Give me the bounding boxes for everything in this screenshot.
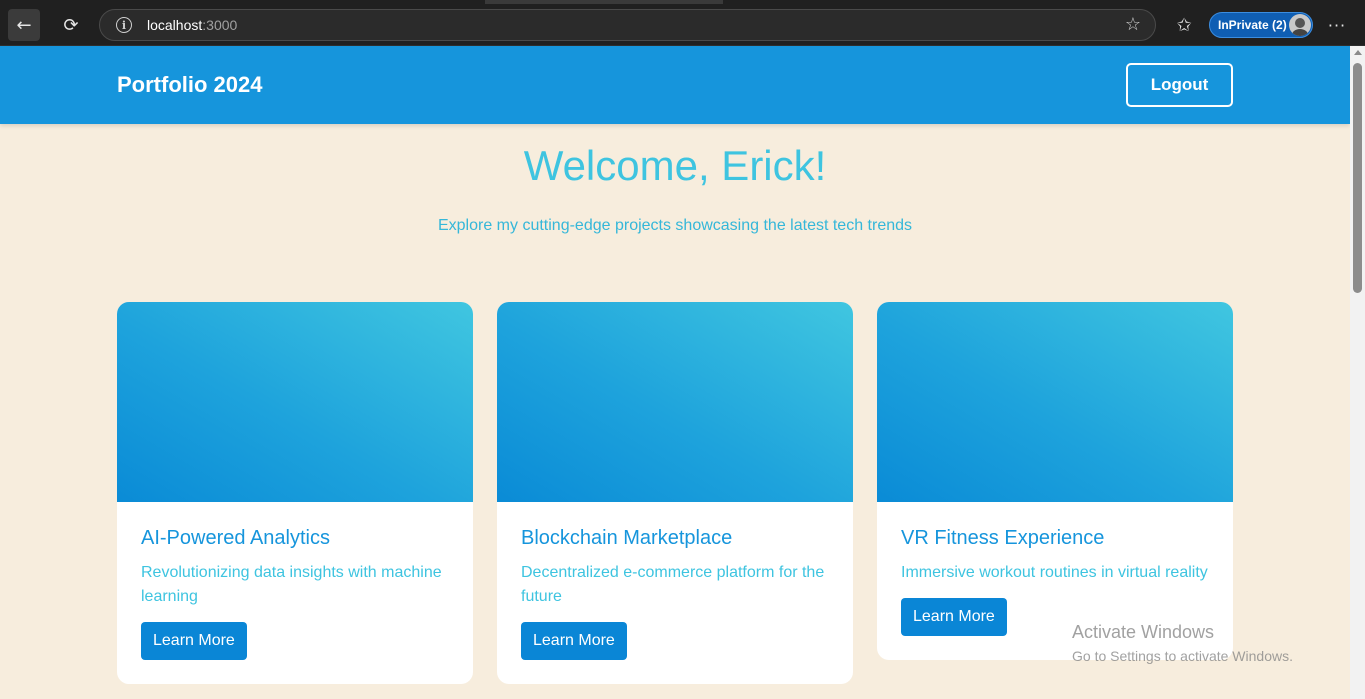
project-image <box>877 302 1233 502</box>
url-text[interactable]: localhost:3000 <box>147 17 237 33</box>
learn-more-button[interactable]: Learn More <box>521 622 627 660</box>
project-description: Revolutionizing data insights with machi… <box>141 564 442 605</box>
project-card-body: VR Fitness Experience Immersive workout … <box>877 502 1233 660</box>
project-image <box>497 302 853 502</box>
navbar: Portfolio 2024 Logout <box>0 46 1350 124</box>
inprivate-profile-button[interactable]: InPrivate (2) <box>1209 12 1313 38</box>
favorites-icon: ✩ <box>1176 14 1192 36</box>
learn-more-button[interactable]: Learn More <box>141 622 247 660</box>
url-host: localhost <box>147 17 203 33</box>
welcome-heading: Welcome, Erick! <box>523 142 827 189</box>
address-bar[interactable]: i localhost:3000 ☆ <box>99 9 1156 41</box>
more-icon: ··· <box>1327 15 1347 35</box>
project-card-blockchain: Blockchain Marketplace Decentralized e-c… <box>497 302 853 684</box>
project-description: Immersive workout routines in virtual re… <box>901 564 1208 581</box>
vertical-scrollbar[interactable] <box>1350 46 1365 699</box>
info-icon[interactable]: i <box>116 17 132 33</box>
project-title: Blockchain Marketplace <box>521 527 733 549</box>
page-viewport: Portfolio 2024 Logout Welcome, Erick! Ex… <box>0 46 1350 699</box>
project-card-body: AI-Powered Analytics Revolutionizing dat… <box>117 502 473 684</box>
url-port: :3000 <box>202 17 238 33</box>
browser-toolbar: ← ⟳ i localhost:3000 ☆ ✩ InPrivate (2) ·… <box>0 0 1365 46</box>
active-tab-indicator <box>485 0 723 4</box>
hero-subtitle: Explore my cutting-edge projects showcas… <box>437 217 913 234</box>
inprivate-label: InPrivate (2) <box>1218 18 1287 32</box>
scroll-up-icon[interactable] <box>1354 50 1362 55</box>
project-card-ai-analytics: AI-Powered Analytics Revolutionizing dat… <box>117 302 473 684</box>
logout-button[interactable]: Logout <box>1126 63 1233 107</box>
project-title: VR Fitness Experience <box>901 527 1105 549</box>
project-image <box>117 302 473 502</box>
project-description: Decentralized e-commerce platform for th… <box>521 564 825 605</box>
brand-title[interactable]: Portfolio 2024 <box>117 72 262 98</box>
learn-more-button[interactable]: Learn More <box>901 598 1007 636</box>
reload-icon: ⟳ <box>63 14 79 36</box>
arrow-left-icon: ← <box>16 14 32 36</box>
more-button[interactable]: ··· <box>1321 9 1353 41</box>
reload-button[interactable]: ⟳ <box>55 9 87 41</box>
star-icon[interactable]: ☆ <box>1125 14 1141 35</box>
scrollbar-thumb[interactable] <box>1353 63 1362 293</box>
project-card-vr-fitness: VR Fitness Experience Immersive workout … <box>877 302 1233 660</box>
project-title: AI-Powered Analytics <box>141 527 330 549</box>
avatar <box>1289 14 1311 36</box>
favorites-button[interactable]: ✩ <box>1168 9 1200 41</box>
back-button[interactable]: ← <box>8 9 40 41</box>
project-card-body: Blockchain Marketplace Decentralized e-c… <box>497 502 853 684</box>
